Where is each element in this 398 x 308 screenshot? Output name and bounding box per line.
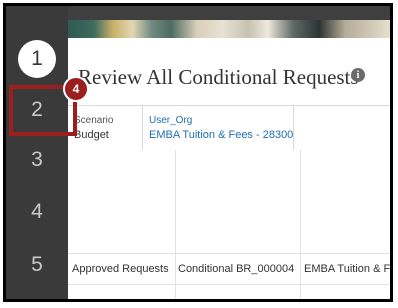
step-1-label: 1 (31, 47, 43, 70)
header-banner (68, 20, 390, 38)
table-row[interactable]: Approved Requests Conditional BR_000004 … (68, 253, 390, 285)
cell-org: EMBA Tuition & Fees (304, 263, 391, 275)
step-rail: 1 2 3 4 5 (6, 6, 68, 299)
step-5-label: 5 (31, 253, 43, 276)
cell-request-id: Conditional BR_000004 (178, 263, 295, 275)
step-1[interactable]: 1 (6, 39, 68, 79)
step-4-label: 4 (31, 200, 43, 223)
cell-status: Approved Requests (72, 263, 169, 275)
filter-scenario-value: Budget (74, 129, 109, 141)
step-3[interactable]: 3 (6, 140, 68, 180)
filter-user-org[interactable]: User_Org EMBA Tuition & Fees - 28300 (143, 106, 294, 150)
step-4[interactable]: 4 (6, 192, 68, 232)
requests-grid: Approved Requests Conditional BR_000004 … (68, 150, 390, 299)
step-5[interactable]: 5 (6, 245, 68, 285)
filter-user-org-value[interactable]: EMBA Tuition & Fees - 28300 (149, 129, 293, 141)
main-content: Review All Conditional Requests i Scenar… (68, 38, 390, 299)
filter-scenario: Scenario Budget (68, 106, 143, 150)
step-3-label: 3 (31, 148, 43, 171)
filter-scenario-label: Scenario (74, 115, 114, 126)
info-icon[interactable]: i (351, 68, 365, 82)
screenshot-frame: 1 2 3 4 5 Review All Conditional Request… (3, 3, 393, 302)
step-1-circle: 1 (18, 40, 56, 78)
filter-user-org-label[interactable]: User_Org (149, 115, 192, 126)
filter-bar: Scenario Budget User_Org EMBA Tuition & … (68, 105, 390, 151)
page-title: Review All Conditional Requests (78, 65, 359, 89)
callout-number-badge: 4 (63, 76, 89, 102)
